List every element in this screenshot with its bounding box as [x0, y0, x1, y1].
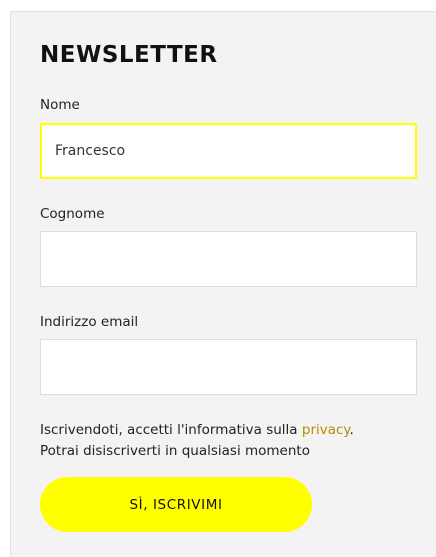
- newsletter-panel: NEWSLETTER Nome Cognome Indirizzo email …: [10, 11, 436, 557]
- email-input[interactable]: [40, 339, 417, 395]
- first-name-label: Nome: [40, 97, 80, 113]
- last-name-input[interactable]: [40, 231, 417, 287]
- subscribe-button[interactable]: SÌ, ISCRIVIMI: [40, 477, 312, 532]
- privacy-link[interactable]: privacy: [302, 422, 350, 438]
- first-name-input[interactable]: [40, 123, 417, 179]
- consent-suffix: .: [349, 422, 354, 438]
- unsubscribe-note: Potrai disiscriverti in qualsiasi moment…: [40, 443, 310, 459]
- last-name-label: Cognome: [40, 206, 105, 222]
- newsletter-title: NEWSLETTER: [40, 42, 218, 68]
- email-label: Indirizzo email: [40, 314, 139, 330]
- consent-prefix: Iscrivendoti, accetti l'informativa sull…: [40, 422, 302, 438]
- consent-note: Iscrivendoti, accetti l'informativa sull…: [40, 420, 354, 462]
